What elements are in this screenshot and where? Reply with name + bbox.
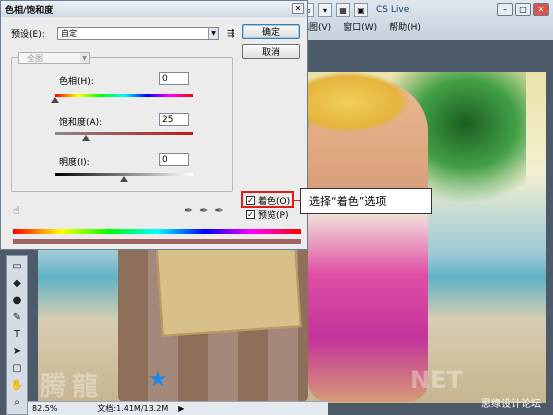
eyedropper-group: ✒ ✒ ✒ [184,204,224,217]
path-select-tool-icon[interactable]: ➤ [9,344,25,358]
top-toolbar-icons: ▭ ▾ ▦ ▣ CS Live [300,3,409,17]
status-bar: 82.5% 文档:1.41M/13.2M ▶ [28,401,328,415]
eyedropper-icon[interactable]: ✒ [184,204,193,217]
saturation-input[interactable]: 25 [159,113,189,126]
chevron-down-icon: ▼ [80,53,89,63]
ok-button[interactable]: 确定 [242,24,300,39]
arrange-icon[interactable]: ▦ [336,3,350,17]
preset-label: 预设(E): [11,30,45,40]
zoom-icon[interactable]: ▾ [318,3,332,17]
zoom-tool-icon[interactable]: ⌕ [9,395,25,409]
marquee-tool-icon[interactable]: ▭ [9,259,25,273]
shape-tool-icon[interactable]: ▢ [9,361,25,375]
document-size: 文档:1.41M/13.2M [97,404,169,413]
menu-item-help[interactable]: 帮助(H) [389,20,421,33]
close-icon[interactable]: ✕ [292,3,304,14]
saturation-label: 饱和度(A): [59,118,103,128]
eyedropper-add-icon[interactable]: ✒ [199,204,208,217]
adjustment-group [11,57,233,192]
chevron-down-icon: ▼ [208,28,218,39]
menu-row: 视图(V) 窗口(W) 帮助(H) [300,20,421,33]
hue-saturation-dialog: 色相/饱和度 ✕ 预设(E): 自定 ▼ ⇶ 确定 取消 全图 ▼ 色相(H):… [0,0,308,250]
pen-tool-icon[interactable]: ✎ [9,310,25,324]
menu-item-window[interactable]: 窗口(W) [343,20,377,33]
starfish-icon: ★ [148,367,168,392]
preview-checkbox-row[interactable]: ✓ 预览(P) [246,208,288,221]
cs-live-button[interactable]: CS Live [376,5,409,15]
colorize-highlight [241,191,294,208]
site-watermark: 思缘设计论坛 [481,399,541,410]
hue-input[interactable]: 0 [159,72,189,85]
hand-tool-icon[interactable]: ✋ [9,378,25,392]
channel-select: 全图 ▼ [18,52,90,64]
hue-slider-thumb[interactable] [51,97,59,103]
instruction-callout: 选择“着色”选项 [300,188,432,214]
saturation-slider-track[interactable] [55,132,193,135]
preset-value: 自定 [61,29,77,38]
window-controls: – □ ✕ [497,3,549,16]
preset-select[interactable]: 自定 ▼ [57,27,219,40]
type-tool-icon[interactable]: T [9,327,25,341]
preset-options-icon[interactable]: ⇶ [227,29,235,39]
lightness-input[interactable]: 0 [159,153,189,166]
maximize-icon[interactable]: □ [515,3,531,16]
minimize-icon[interactable]: – [497,3,513,16]
preview-label: 预览(P) [258,211,289,221]
lightness-slider-thumb[interactable] [120,176,128,182]
hue-slider-track[interactable] [55,94,193,97]
saturation-slider-thumb[interactable] [82,135,90,141]
dialog-title: 色相/饱和度 [1,1,307,17]
watermark-logo-text: NET [410,366,463,394]
input-color-bar [13,229,301,234]
lightness-label: 明度(I): [59,158,90,168]
output-color-bar [13,239,301,244]
watermark-logo: 腾龍 [40,372,105,402]
status-menu-arrow-icon[interactable]: ▶ [178,404,184,413]
window-close-icon[interactable]: ✕ [533,3,549,16]
hue-label: 色相(H): [59,77,94,87]
tools-panel: ▭ ◆ ● ✎ T ➤ ▢ ✋ ⌕ [6,255,28,415]
blur-tool-icon[interactable]: ◆ [9,276,25,290]
channel-value: 全图 [27,53,43,63]
preset-row: 预设(E): 自定 ▼ ⇶ [11,27,235,40]
targeted-adjustment-icon[interactable]: ☝ [13,204,20,217]
eyedropper-subtract-icon[interactable]: ✒ [214,204,223,217]
screen-mode-icon[interactable]: ▣ [354,3,368,17]
preview-checkbox[interactable]: ✓ [246,210,255,219]
zoom-level[interactable]: 82.5% [32,404,57,413]
dodge-tool-icon[interactable]: ● [9,293,25,307]
cancel-button[interactable]: 取消 [242,44,300,59]
